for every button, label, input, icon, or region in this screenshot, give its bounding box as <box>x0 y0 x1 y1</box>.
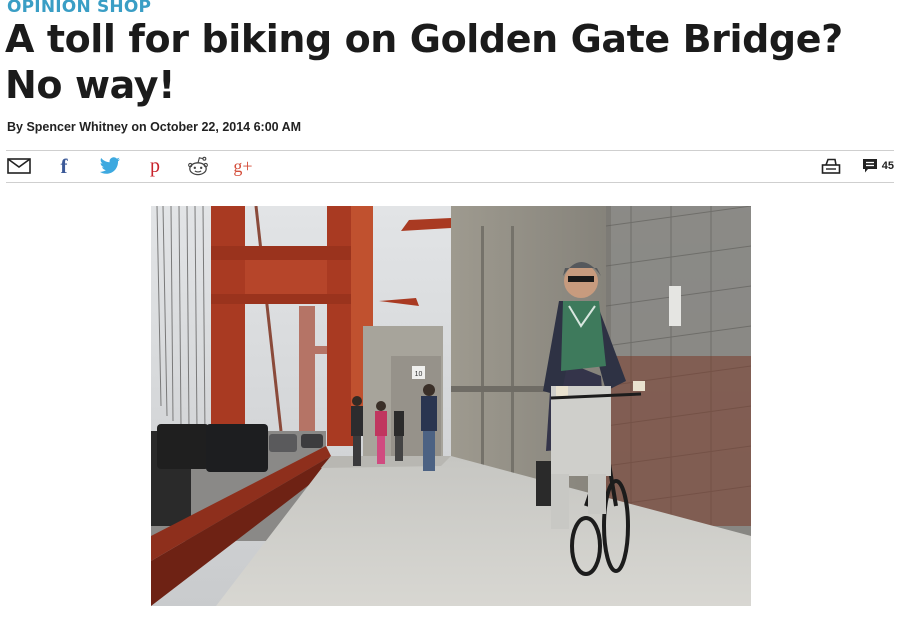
reddit-icon[interactable] <box>186 156 210 176</box>
comments-link[interactable]: 45 <box>862 156 894 176</box>
share-bar: f p g+ 45 <box>6 150 894 183</box>
facebook-icon[interactable]: f <box>56 154 72 178</box>
twitter-icon[interactable] <box>98 156 122 176</box>
article-photo: 10 <box>151 206 751 606</box>
headline: A toll for biking on Golden Gate Bridge?… <box>5 17 843 107</box>
email-icon[interactable] <box>6 156 32 176</box>
comment-count: 45 <box>881 160 894 172</box>
google-plus-icon[interactable]: g+ <box>232 156 254 176</box>
section-label[interactable]: OPINION SHOP <box>7 0 151 17</box>
photo-sign-text: 10 <box>415 371 423 378</box>
byline: By Spencer Whitney on October 22, 2014 6… <box>7 120 302 134</box>
pinterest-icon[interactable]: p <box>147 155 163 177</box>
print-icon[interactable] <box>820 156 842 176</box>
comments-icon <box>862 159 877 173</box>
